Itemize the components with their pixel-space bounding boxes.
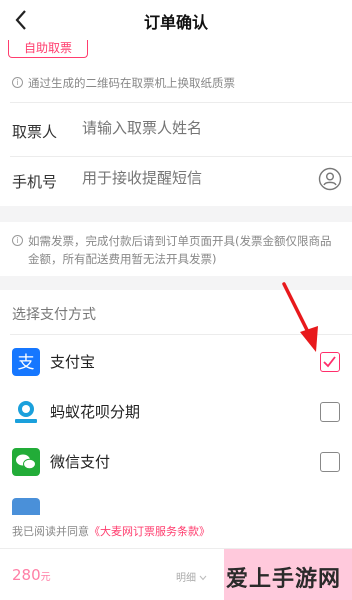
checkbox[interactable] — [320, 452, 340, 472]
phone-input[interactable] — [82, 170, 302, 187]
price-value: 280 — [12, 566, 41, 584]
price-unit: 元 — [40, 572, 51, 583]
pickup-tip-text: 通过生成的二维码在取票机上换取纸质票 — [28, 76, 235, 90]
invoice-tip: i 如需发票，完成付款后请到订单页面开具(发票金额仅限商品金额，所有配送费用暂无… — [12, 232, 338, 268]
wechat-icon — [12, 448, 40, 476]
alipay-icon: 支 — [12, 348, 40, 376]
watermark: 爱上手游网 — [226, 567, 342, 592]
pickup-tip: i 通过生成的二维码在取票机上换取纸质票 — [12, 74, 235, 92]
payment-option-more[interactable] — [0, 487, 352, 515]
detail-label: 明细 — [176, 573, 196, 584]
payment-option-huabei[interactable]: 蚂蚁花呗分期 — [0, 387, 352, 437]
divider — [10, 102, 352, 103]
price-detail-toggle[interactable]: 明细 — [176, 569, 207, 584]
payment-option-label: 蚂蚁花呗分期 — [50, 403, 141, 421]
invoice-tip-text: 如需发票，完成付款后请到订单页面开具(发票金额仅限商品金额，所有配送费用暂无法开… — [28, 234, 332, 266]
chevron-down-icon — [199, 575, 207, 581]
divider — [10, 156, 352, 157]
huabei-icon — [12, 398, 40, 426]
payment-option-wechat[interactable]: 微信支付 — [0, 437, 352, 487]
payment-option-label: 微信支付 — [50, 453, 111, 471]
checkbox[interactable] — [320, 402, 340, 422]
contact-picker-button[interactable] — [318, 167, 342, 191]
page-title: 订单确认 — [143, 13, 208, 32]
agreement-prefix: 我已阅读并同意 — [12, 525, 89, 538]
phone-label: 手机号 — [12, 173, 58, 191]
payment-heading: 选择支付方式 — [12, 307, 96, 323]
self-pickup-tag[interactable]: 自助取票 — [8, 40, 88, 58]
info-icon: i — [12, 235, 23, 246]
annotation-arrow-icon — [282, 282, 318, 352]
svg-text:支: 支 — [18, 353, 35, 373]
person-icon — [318, 167, 342, 191]
nav-bar: 订单确认 — [0, 0, 352, 40]
payment-option-label: 支付宝 — [50, 353, 96, 371]
bank-card-icon — [12, 498, 40, 515]
info-icon: i — [12, 77, 23, 88]
total-price: 280元 — [12, 566, 51, 584]
agreement-bar: 我已阅读并同意《大麦网订票服务条款》 — [0, 515, 352, 548]
pickup-name-input[interactable] — [82, 120, 302, 137]
terms-link[interactable]: 《大麦网订票服务条款》 — [89, 525, 210, 538]
pickup-name-label: 取票人 — [12, 123, 58, 141]
